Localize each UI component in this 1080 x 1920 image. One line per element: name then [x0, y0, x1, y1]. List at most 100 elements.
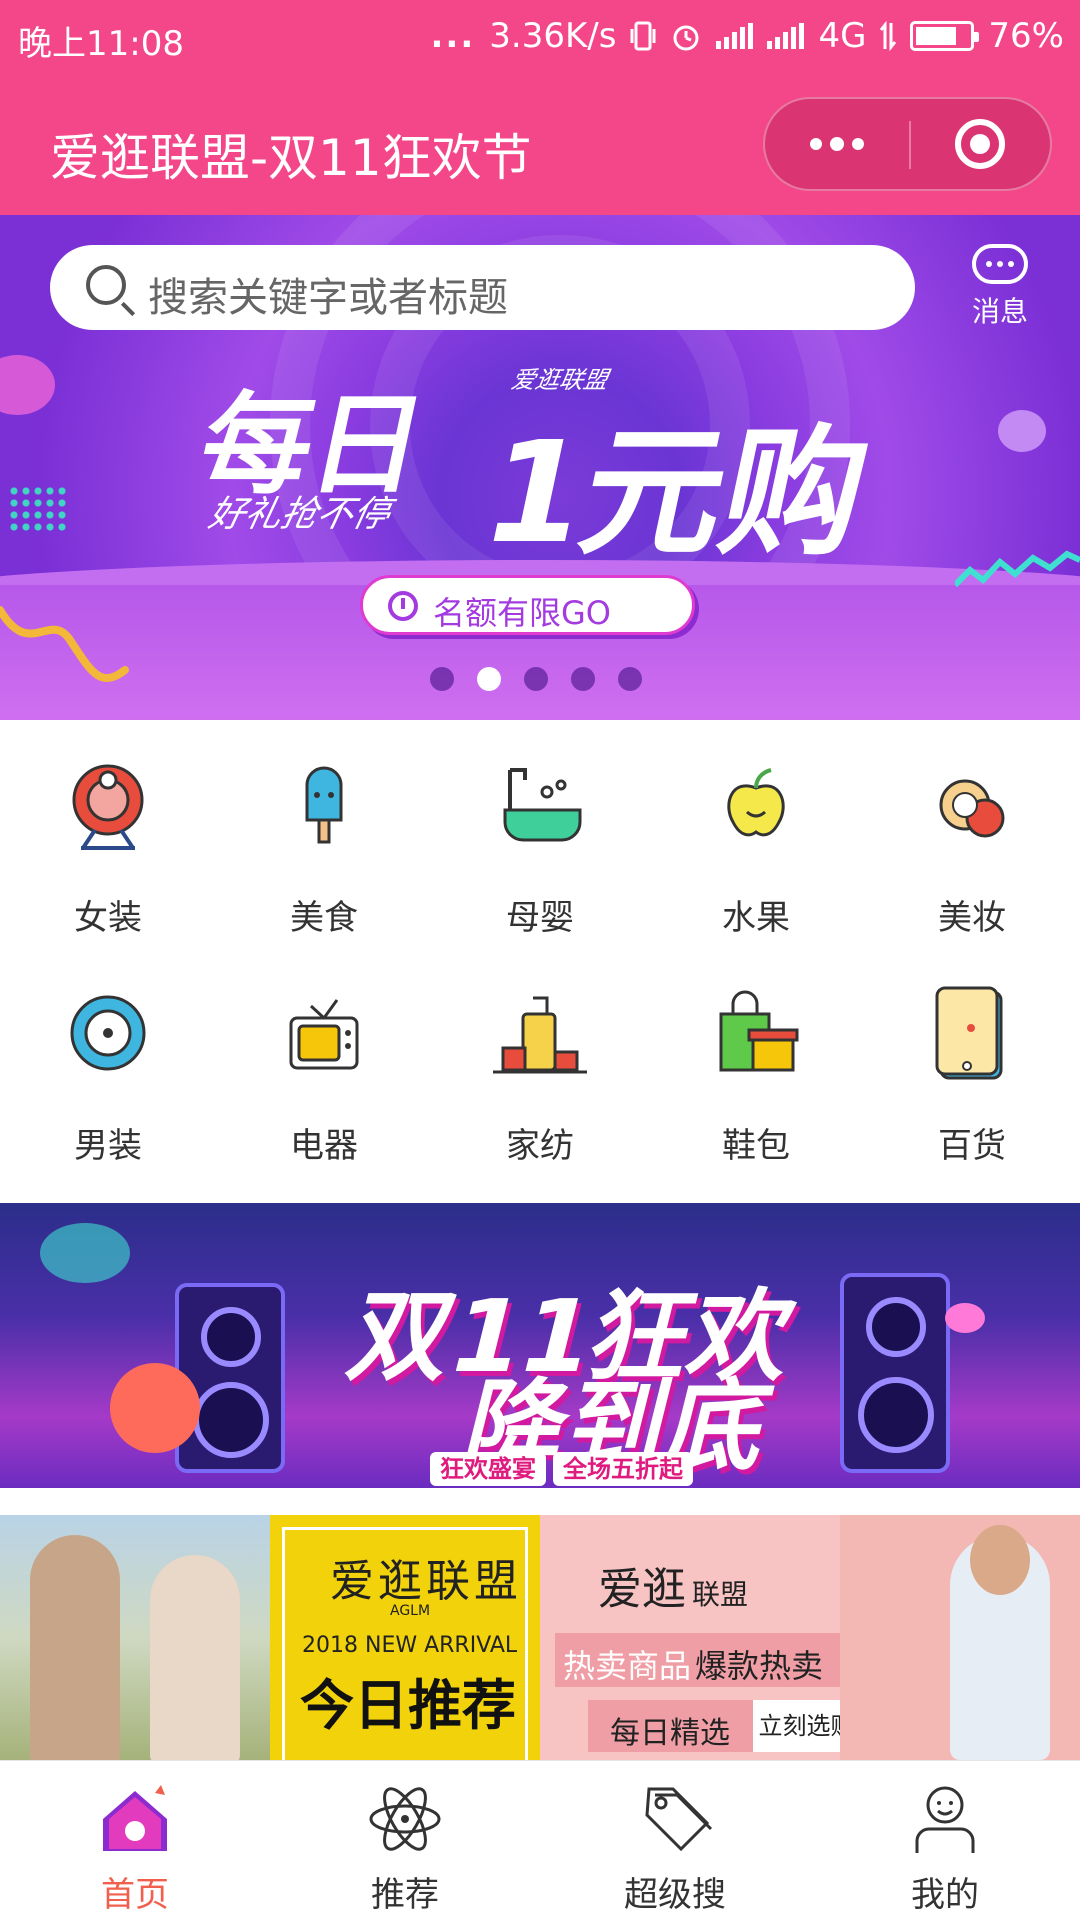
- bubble-decoration: [998, 410, 1046, 452]
- data-transfer-icon: [880, 21, 897, 51]
- hot-sale-panel: 爱逛 联盟 热卖商品 爆款热卖 每日精选 立刻选购: [540, 1515, 860, 1760]
- close-mini-program-button[interactable]: [955, 119, 1005, 169]
- network-speed: 3.36K/s: [489, 16, 617, 56]
- model-photo: [0, 1515, 270, 1760]
- model-figure: [970, 1525, 1030, 1595]
- user-icon: [905, 1779, 985, 1859]
- hot-sale-text-1: 热卖商品: [563, 1647, 692, 1685]
- category-item[interactable]: 美食: [216, 750, 432, 939]
- signal-icon: [716, 23, 754, 49]
- tab-label: 超级搜: [624, 1875, 726, 1915]
- status-time: 晚上11:08: [18, 24, 184, 64]
- category-label: 美食: [290, 898, 358, 938]
- hot-sale-strip: 热卖商品 爆款热卖: [555, 1633, 840, 1687]
- mini-program-capsule: [763, 97, 1052, 191]
- tab-tag[interactable]: 超级搜: [540, 1761, 810, 1920]
- category-label: 美妆: [938, 898, 1006, 938]
- festival-tag-2: 全场五折起: [553, 1452, 693, 1486]
- model-figure: [150, 1555, 240, 1760]
- panel-arrival: 2018 NEW ARRIVAL: [302, 1633, 518, 1658]
- app-header: 晚上11:08 ... 3.36K/s 4G 76% 爱逛联盟-双11狂欢节: [0, 0, 1080, 215]
- category-item[interactable]: 电器: [216, 978, 432, 1167]
- tablet-icon: [917, 978, 1027, 1088]
- tab-label: 我的: [911, 1875, 979, 1915]
- zigzag-decoration: [955, 550, 1080, 588]
- hot-sale-brand: 爱逛 联盟: [598, 1553, 748, 1617]
- alarm-clock-icon: [673, 25, 699, 51]
- search-bar[interactable]: 搜索关键字或者标题: [50, 245, 915, 330]
- capsule-divider: [909, 121, 911, 169]
- record-icon: [53, 978, 163, 1088]
- page-title: 爱逛联盟-双11狂欢节: [50, 129, 532, 187]
- bubble-decoration: [945, 1303, 985, 1333]
- hot-sale-brand-main: 爱逛: [598, 1564, 686, 1615]
- category-label: 水果: [722, 898, 790, 938]
- tab-user[interactable]: 我的: [810, 1761, 1080, 1920]
- hero-cta-button[interactable]: 名额有限GO: [360, 575, 695, 635]
- bubble-decoration: [40, 1223, 130, 1283]
- category-item[interactable]: 水果: [648, 750, 864, 939]
- hot-sale-brand-suffix: 联盟: [692, 1578, 749, 1611]
- signal-icon-2: [767, 23, 805, 49]
- category-item[interactable]: 母婴: [432, 750, 648, 939]
- category-label: 电器: [290, 1126, 358, 1166]
- carousel-dot[interactable]: [430, 667, 454, 691]
- tv-icon: [269, 978, 379, 1088]
- recommend-banner[interactable]: 爱逛联盟 AGLM 2018 NEW ARRIVAL 今日推荐 爱逛 联盟 热卖商…: [0, 1515, 1080, 1760]
- category-item[interactable]: 男装: [0, 978, 216, 1167]
- apple-icon: [701, 750, 811, 860]
- tab-atom[interactable]: 推荐: [270, 1761, 540, 1920]
- more-button[interactable]: [765, 99, 908, 189]
- daily-pick-strip: 每日精选: [588, 1700, 753, 1752]
- tab-home[interactable]: 首页: [0, 1761, 270, 1920]
- hot-sale-text-2: 爆款热卖: [695, 1647, 824, 1685]
- tag-icon: [635, 1779, 715, 1859]
- panel-brand-abbr: AGLM: [390, 1603, 431, 1619]
- carousel-dot[interactable]: [477, 667, 501, 691]
- carousel-dot[interactable]: [618, 667, 642, 691]
- category-item[interactable]: 家纺: [432, 978, 648, 1167]
- luggage-icon: [485, 978, 595, 1088]
- carousel-dot[interactable]: [571, 667, 595, 691]
- status-bar: 晚上11:08 ... 3.36K/s 4G 76%: [0, 0, 1080, 75]
- vibrate-icon: [630, 21, 656, 51]
- dots-decoration: [8, 485, 70, 535]
- message-button[interactable]: 消息: [965, 244, 1035, 330]
- hero-headline-2: 1元购: [470, 412, 883, 575]
- category-grid: 女装 美食 母婴 水果 美妆男装 电器 家纺 鞋包 百货: [0, 720, 1080, 1200]
- carousel-indicators[interactable]: [430, 667, 642, 691]
- status-dots: ...: [430, 16, 476, 56]
- tab-label: 首页: [101, 1875, 169, 1915]
- atom-icon: [365, 1779, 445, 1859]
- bubble-decoration: [110, 1363, 200, 1453]
- hero-cta-label: 名额有限GO: [433, 594, 611, 632]
- search-placeholder: 搜索关键字或者标题: [148, 275, 508, 321]
- panel-today: 今日推荐: [300, 1674, 516, 1737]
- daily-pick-text: 每日精选: [610, 1716, 730, 1751]
- hero-subtitle: 好礼抢不停: [204, 494, 394, 535]
- category-item[interactable]: 鞋包: [648, 978, 864, 1167]
- tab-label: 推荐: [371, 1875, 439, 1915]
- target-icon: [53, 750, 163, 860]
- category-item[interactable]: 女装: [0, 750, 216, 939]
- alarm-icon: [388, 591, 418, 621]
- network-type: 4G: [818, 16, 867, 56]
- message-label: 消息: [971, 295, 1028, 328]
- carousel-dot[interactable]: [524, 667, 548, 691]
- shopping-bag-icon: [701, 978, 811, 1088]
- popsicle-icon: [269, 750, 379, 860]
- search-icon: [86, 265, 126, 305]
- bubble-decoration: [0, 355, 55, 415]
- speaker-decoration: [840, 1273, 950, 1473]
- category-label: 鞋包: [722, 1126, 790, 1166]
- category-item[interactable]: 百货: [864, 978, 1080, 1167]
- chat-bubble-icon: [972, 244, 1028, 284]
- panel-brand: 爱逛联盟: [330, 1556, 522, 1607]
- compact-icon: [917, 750, 1027, 860]
- model-figure: [30, 1535, 120, 1760]
- bathtub-icon: [485, 750, 595, 860]
- category-label: 母婴: [506, 898, 574, 938]
- category-item[interactable]: 美妆: [864, 750, 1080, 939]
- category-label: 女装: [74, 898, 142, 938]
- category-label: 百货: [938, 1126, 1006, 1166]
